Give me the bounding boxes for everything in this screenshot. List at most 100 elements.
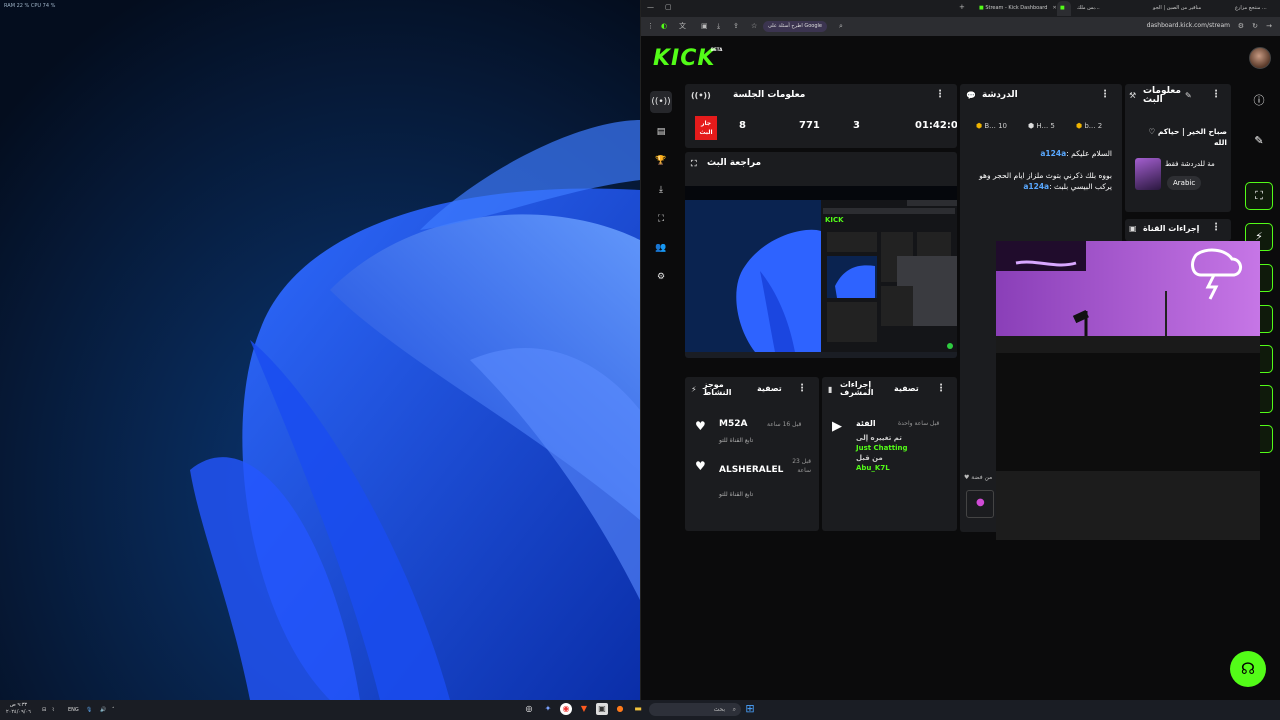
screen-icon: ⛶ — [691, 159, 697, 168]
windows-taskbar: ٩:٣٣ ص ٢٠٢٤/٠٩/٠٦ ⊟ ⌇ ENG 🎙 🔊 ˄ ◎ ✦ ◉ ▼ … — [0, 700, 1280, 720]
clock[interactable]: ٩:٣٣ ص ٢٠٢٤/٠٩/٠٦ — [6, 702, 31, 716]
copilot-icon[interactable]: ◎ — [523, 703, 535, 715]
channel-icon: ▣ — [1129, 224, 1137, 233]
share-icon[interactable]: ⇪ — [733, 22, 739, 31]
google-lens-chip[interactable]: اطرح أسئلة على Google — [763, 21, 827, 32]
nav-achievements[interactable]: 🏆 — [650, 150, 672, 172]
tab-label: بس ملك... — [1077, 5, 1100, 11]
nav-broadcast[interactable]: ((•)) — [650, 91, 672, 113]
forward-icon[interactable]: → — [1266, 22, 1272, 31]
chevron-up-icon[interactable]: ˄ — [112, 704, 115, 716]
chat-bubble-icon: 💬 — [966, 91, 976, 100]
new-tab-icon[interactable]: + — [959, 3, 965, 12]
chat-input-button[interactable]: ● — [966, 490, 994, 518]
tab-3[interactable]: بس ملك... — [1071, 1, 1147, 16]
info-button[interactable]: ⓘ — [1245, 88, 1273, 116]
address-bar: ⋮ ◐ 文 ▣ ⤓ ⇪ ☆ اطرح أسئلة على Google ⌕ da… — [641, 17, 1280, 36]
user-avatar[interactable] — [1249, 47, 1271, 69]
mod-action-detail: تم تغييره إلى Just Chatting من قبل Abu_K… — [856, 434, 908, 472]
help-button[interactable]: ☊ — [1230, 651, 1266, 687]
nav-community[interactable]: 👥 — [650, 237, 672, 259]
tab-2[interactable]: مناقير من الصين | الجو — [1147, 1, 1229, 16]
category-text: مة للدردشة فقط — [1165, 160, 1215, 168]
moderator-header: ⋮ تصفية إجراءات المشرف ▮ — [822, 377, 957, 401]
more-icon[interactable]: ⋮ — [935, 89, 945, 100]
more-icon[interactable]: ⋮ — [1211, 89, 1221, 100]
tab-1[interactable]: منتجع مزارع ... — [1229, 1, 1279, 16]
search-icon[interactable]: ⌕ — [839, 22, 843, 31]
nav-downloads[interactable]: ⤓ — [650, 179, 672, 201]
quick-action-screen[interactable]: ⛶ — [1245, 182, 1273, 210]
moderator-filter[interactable]: تصفية — [894, 384, 919, 393]
analytics-icon: ▤ — [656, 127, 666, 137]
channel-actions-header: ⋮ إجراءات القناة ▣ — [1125, 219, 1231, 241]
folder-icon[interactable]: ▬ — [632, 703, 644, 715]
reload-icon[interactable]: ↻ — [1252, 22, 1258, 31]
language-tag[interactable]: Arabic — [1167, 176, 1202, 190]
preview-title: مراجعة البث — [707, 158, 762, 168]
settings-icon: ⚙ — [656, 272, 666, 282]
activity-filter[interactable]: تصفية — [757, 384, 782, 393]
heart-icon: ♥ — [695, 459, 706, 473]
session-header: ⋮ معلومات الجلسة ((•)) — [685, 84, 957, 108]
left-nav: ((•)) ▤ 🏆 ⤓ ⛶ 👥 ⚙ — [641, 86, 681, 306]
activity-title: موجز النشاط — [703, 380, 732, 397]
mic-icon[interactable]: 🎙 — [86, 704, 92, 716]
minimize-icon[interactable]: — — [647, 3, 654, 12]
more-icon[interactable]: ⋮ — [797, 383, 807, 394]
extension-icon[interactable]: ▣ — [701, 22, 708, 31]
translate-icon[interactable]: 文 — [679, 22, 686, 31]
download-icon[interactable]: ⤓ — [717, 22, 720, 31]
session-info-panel: ⋮ معلومات الجلسة ((•)) جار البث 8 771 3 … — [685, 84, 957, 148]
taskbar-search[interactable]: بحث ⌕ — [649, 703, 741, 716]
more-icon[interactable]: ⋮ — [936, 383, 946, 394]
edit-button[interactable]: ✎ — [1245, 128, 1273, 156]
stream-preview-image[interactable]: KICK — [685, 186, 957, 358]
moderator-actions-panel: ⋮ تصفية إجراءات المشرف ▮ ▶ الفئة قبل ساع… — [822, 377, 957, 531]
network-icon[interactable]: ⌇ — [52, 704, 54, 716]
brave-icon[interactable]: ▼ — [578, 703, 590, 715]
activity-user[interactable]: M52A — [719, 419, 747, 429]
pencil-icon[interactable]: ✎ — [1185, 91, 1192, 100]
menu-dots-icon[interactable]: ⋮ — [647, 22, 654, 31]
headset-icon: ☊ — [1240, 659, 1256, 678]
url-field[interactable]: dashboard.kick.com/stream — [1147, 22, 1230, 29]
app-icon[interactable]: ✦ — [542, 703, 554, 715]
activity-time: قبل 16 ساعة — [767, 421, 802, 428]
store-icon[interactable]: ▣ — [596, 703, 608, 715]
activity-user[interactable]: ALSHERALEL — [719, 465, 783, 475]
activity-header: ⋮ تصفية موجز النشاط ⚡ — [685, 377, 819, 401]
star-icon[interactable]: ☆ — [751, 22, 757, 31]
kick-logo[interactable]: KICK — [653, 46, 715, 71]
more-icon[interactable]: ⋮ — [1211, 222, 1221, 233]
tab-label: منتجع مزارع ... — [1235, 5, 1267, 11]
nav-screen[interactable]: ⛶ — [650, 208, 672, 230]
site-info-icon[interactable]: ⚙ — [1238, 22, 1244, 31]
tab-label: مناقير من الصين | الجو — [1153, 5, 1202, 11]
nav-analytics[interactable]: ▤ — [650, 121, 672, 143]
live-badge: جار البث — [695, 116, 717, 140]
nav-settings[interactable]: ⚙ — [650, 266, 672, 288]
volume-icon[interactable]: 🔊 — [100, 704, 106, 716]
category-thumbnail — [1135, 158, 1161, 190]
more-icon[interactable]: ⋮ — [1100, 89, 1110, 100]
windows-start-icon[interactable]: ⊞ — [744, 703, 756, 715]
firefox-icon[interactable]: ● — [614, 703, 626, 715]
language-indicator[interactable]: ENG — [68, 704, 79, 716]
badge-b1: ⬢ B... 10 — [976, 122, 1007, 130]
restore-icon[interactable]: ▢ — [665, 3, 672, 12]
chrome-icon[interactable]: ◉ — [560, 703, 572, 715]
display-icon[interactable]: ⊟ — [42, 704, 46, 716]
activity-time: قبل 23 ساعة — [792, 458, 811, 474]
close-icon[interactable]: ✕ — [1052, 5, 1056, 11]
badge-h: ⬢ H... 5 — [1028, 122, 1055, 130]
chat-message: بووه بلك ذكرني بتوث ملزاز ايام الحجر وهو… — [979, 171, 1112, 191]
tab-kick-dashboard[interactable]: ■ Stream - Kick Dashboard ✕ — [973, 1, 1057, 16]
screen-icon: ⛶ — [657, 214, 665, 224]
stat-uptime: 01:42:03 — [915, 120, 957, 131]
moderator-title: إجراءات المشرف — [840, 380, 874, 397]
tab-label: Stream - Kick Dashboard — [985, 5, 1048, 11]
stat-subs: 3 — [853, 120, 860, 131]
wrench-icon: ⚒ — [1129, 91, 1137, 100]
tab-kick-icon[interactable]: ■ — [1057, 1, 1071, 16]
